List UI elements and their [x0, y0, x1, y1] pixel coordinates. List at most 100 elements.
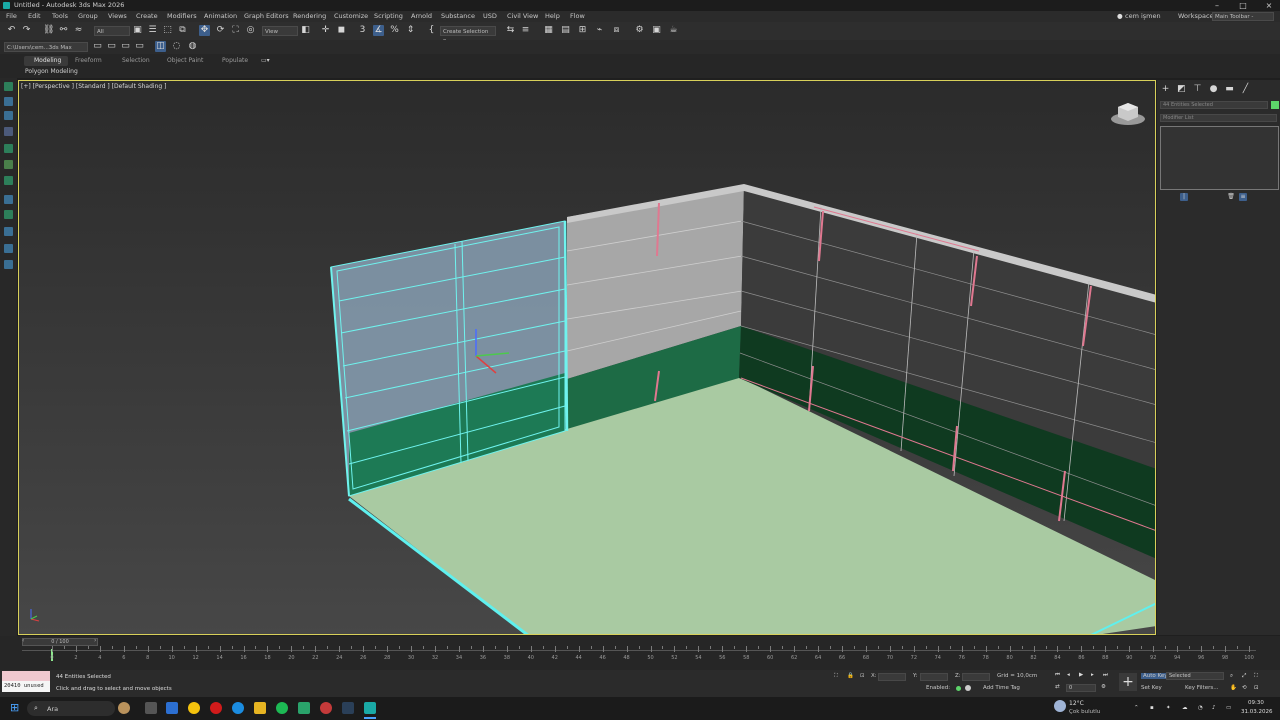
create-tab-icon[interactable]: + [1160, 84, 1171, 95]
redo-icon[interactable]: ↷ [21, 25, 32, 36]
menu-edit[interactable]: Edit [28, 11, 41, 22]
rendered-frame-window-icon[interactable]: ▣ [651, 25, 662, 36]
configure-sets-icon[interactable]: ≡ [1239, 193, 1247, 201]
clock-date[interactable]: 31.03.2026 [1241, 709, 1273, 715]
tab-freeform[interactable]: Freeform [75, 57, 102, 64]
y-coord-field[interactable] [920, 673, 948, 681]
undo-icon[interactable]: ↶ [6, 25, 17, 36]
hierarchy-tab-icon[interactable]: ⊤ [1192, 84, 1203, 95]
maximize-button[interactable]: □ [1234, 0, 1252, 11]
rectangular-selection-icon[interactable]: ⬚ [162, 25, 173, 36]
isolate-toggle-icon[interactable]: ⛶ [834, 673, 838, 680]
layer-explorer-icon[interactable]: ▤ [560, 25, 571, 36]
container-icon[interactable]: ▭ [134, 41, 145, 52]
layout-icon[interactable] [4, 244, 13, 253]
play-icon[interactable]: ▶ [1079, 672, 1083, 678]
menu-animation[interactable]: Animation [204, 11, 237, 22]
selection-name-field[interactable]: 44 Entities Selected [1160, 101, 1268, 109]
keyboard-shortcut-override-icon[interactable]: ◼ [336, 25, 347, 36]
add-time-tag[interactable]: Add Time Tag [983, 685, 1020, 691]
search-highlight-icon[interactable] [118, 702, 130, 714]
key-mode-icon[interactable]: ⇄ [1055, 684, 1060, 690]
motion-tab-icon[interactable]: ● [1208, 84, 1219, 95]
clock-time[interactable]: 09:30 [1248, 700, 1264, 706]
ribbon-options-icon[interactable]: ▭▾ [261, 57, 270, 64]
toggle-ribbon-icon[interactable]: ⊞ [577, 25, 588, 36]
select-and-rotate-icon[interactable]: ⟳ [215, 25, 226, 36]
angle-snap-icon[interactable]: ∡ [373, 25, 384, 36]
time-slider[interactable]: 0 / 100 [22, 638, 98, 646]
layout-icon[interactable] [4, 111, 13, 120]
menu-scripting[interactable]: Scripting [374, 11, 403, 22]
current-frame-field[interactable]: 0 [1066, 684, 1096, 692]
tray-app-icon[interactable]: ☁ [1182, 705, 1188, 711]
tab-populate[interactable]: Populate [222, 57, 248, 64]
layout-icon[interactable] [4, 144, 13, 153]
maxscript-output[interactable]: 20410 unused [2, 681, 50, 692]
maxscript-listener[interactable] [2, 671, 50, 681]
next-frame-icon[interactable]: ▸ [1091, 672, 1094, 678]
spinner-snap-icon[interactable]: ⇕ [405, 25, 416, 36]
app-icon[interactable] [298, 702, 310, 714]
curve-editor-icon[interactable]: ⌁ [594, 25, 605, 36]
set-key-button[interactable]: Set Key [1141, 685, 1162, 691]
pivot-center-icon[interactable]: ◧ [300, 25, 311, 36]
volume-icon[interactable]: ♪ [1212, 705, 1216, 711]
enabled-indicator[interactable] [956, 686, 961, 691]
time-config-icon[interactable]: ⚙ [1101, 684, 1106, 690]
layout-icon[interactable] [4, 210, 13, 219]
tray-app-icon[interactable]: ▪ [1150, 705, 1154, 711]
named-selection-set-dropdown[interactable]: Create Selection Se [440, 26, 496, 45]
task-view-icon[interactable] [145, 702, 157, 714]
layout-icon[interactable] [4, 127, 13, 136]
layout-icon[interactable] [4, 195, 13, 204]
opera-icon[interactable] [210, 702, 222, 714]
steam-icon[interactable] [342, 702, 354, 714]
minimize-button[interactable]: – [1208, 0, 1226, 11]
pan-icon[interactable]: ✋ [1230, 685, 1237, 691]
selection-filter-dropdown[interactable]: All [94, 26, 130, 36]
project-path-dropdown[interactable]: C:\Users\cem...3ds Max 2026 [4, 42, 88, 61]
menu-tools[interactable]: Tools [52, 11, 68, 22]
wifi-icon[interactable]: ◔ [1198, 705, 1203, 711]
isolate-selection-icon[interactable]: ◫ [155, 41, 166, 52]
davinci-icon[interactable] [320, 702, 332, 714]
time-next-icon[interactable]: › [94, 637, 96, 644]
edge-icon[interactable] [232, 702, 244, 714]
viewport-label[interactable]: [+] [Perspective ] [Standard ] [Default … [21, 83, 166, 90]
menu-rendering[interactable]: Rendering [293, 11, 326, 22]
close-button[interactable]: × [1260, 0, 1278, 11]
edit-named-selection-icon[interactable]: { [426, 25, 437, 36]
x-coord-field[interactable] [878, 673, 906, 681]
select-and-place-icon[interactable]: ◎ [245, 25, 256, 36]
select-manipulate-icon[interactable]: ✛ [320, 25, 331, 36]
save-icon[interactable]: ▭ [120, 41, 131, 52]
object-color-swatch[interactable] [1271, 101, 1279, 109]
track-bar[interactable] [22, 650, 1256, 651]
layout-icon[interactable] [4, 97, 13, 106]
menu-group[interactable]: Group [78, 11, 98, 22]
select-by-name-icon[interactable]: ☰ [147, 25, 158, 36]
render-production-icon[interactable]: ☕ [668, 25, 679, 36]
adaptive-degradation-icon[interactable]: ◌ [171, 41, 182, 52]
selection-lock-icon[interactable]: 🔒 [847, 673, 854, 679]
menu-modifiers[interactable]: Modifiers [167, 11, 197, 22]
schematic-view-icon[interactable]: ⧈ [611, 25, 622, 36]
display-tab-icon[interactable]: ▬ [1224, 84, 1235, 95]
snaps-toggle-icon[interactable]: 3 [357, 25, 368, 36]
bind-space-warp-icon[interactable]: ≈ [73, 25, 84, 36]
select-object-icon[interactable]: ▣ [132, 25, 143, 36]
utilities-tab-icon[interactable]: ╱ [1240, 84, 1251, 95]
tray-app-icon[interactable]: ✦ [1166, 705, 1171, 711]
time-prev-icon[interactable]: ‹ [22, 637, 24, 644]
menu-usd[interactable]: USD [483, 11, 497, 22]
select-and-move-icon[interactable]: ✥ [199, 25, 210, 36]
modifier-stack[interactable] [1160, 126, 1279, 190]
remove-modifier-icon[interactable]: 🗑 [1227, 193, 1235, 201]
link-icon[interactable]: ⛓ [43, 25, 54, 36]
user-name[interactable]: cem işmen [1125, 11, 1161, 22]
time-tag-icon[interactable] [965, 685, 971, 691]
menu-arnold[interactable]: Arnold [411, 11, 432, 22]
menu-civil-view[interactable]: Civil View [507, 11, 538, 22]
tab-selection[interactable]: Selection [122, 57, 150, 64]
